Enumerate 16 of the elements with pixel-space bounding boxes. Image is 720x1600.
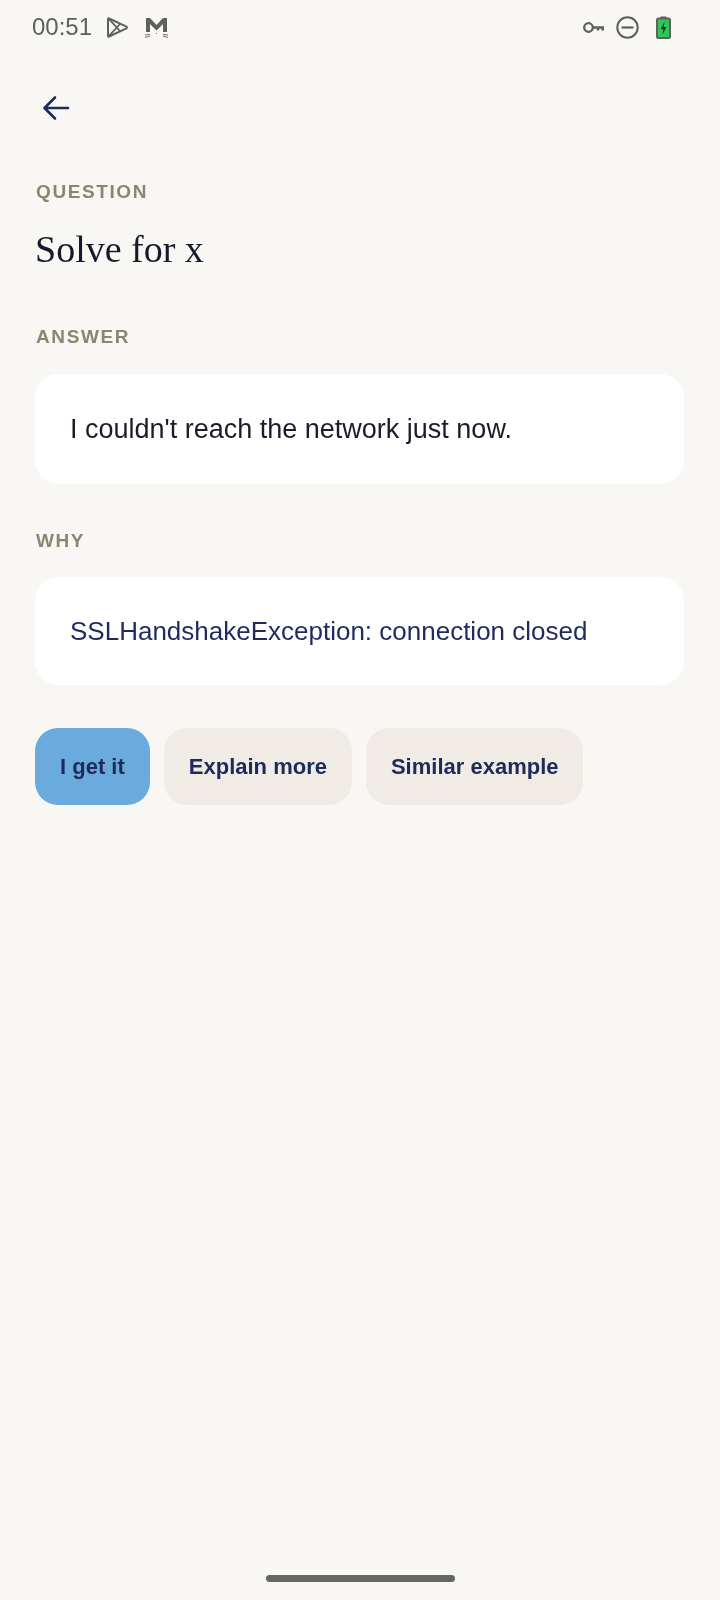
play-icon [106,15,130,39]
action-button[interactable]: I get it [35,728,150,805]
answer-label: ANSWER [36,326,131,348]
question-label: QUESTION [36,181,149,203]
m-logo-icon [144,15,170,39]
action-button[interactable]: Similar example [365,728,584,805]
why-label: WHY [36,530,86,552]
answer-text: I couldn't reach the network just now. [70,413,512,446]
status-time: 00:51 [32,13,93,41]
action-button[interactable]: Explain more [163,728,352,805]
battery-charging-icon [656,15,671,39]
minus-circle-icon [616,15,639,39]
key-icon [583,19,605,35]
back-arrow-icon [42,94,70,122]
question-text: Solve for x [35,227,204,271]
error-text: SSLHandshakeException: connection closed [70,615,588,648]
